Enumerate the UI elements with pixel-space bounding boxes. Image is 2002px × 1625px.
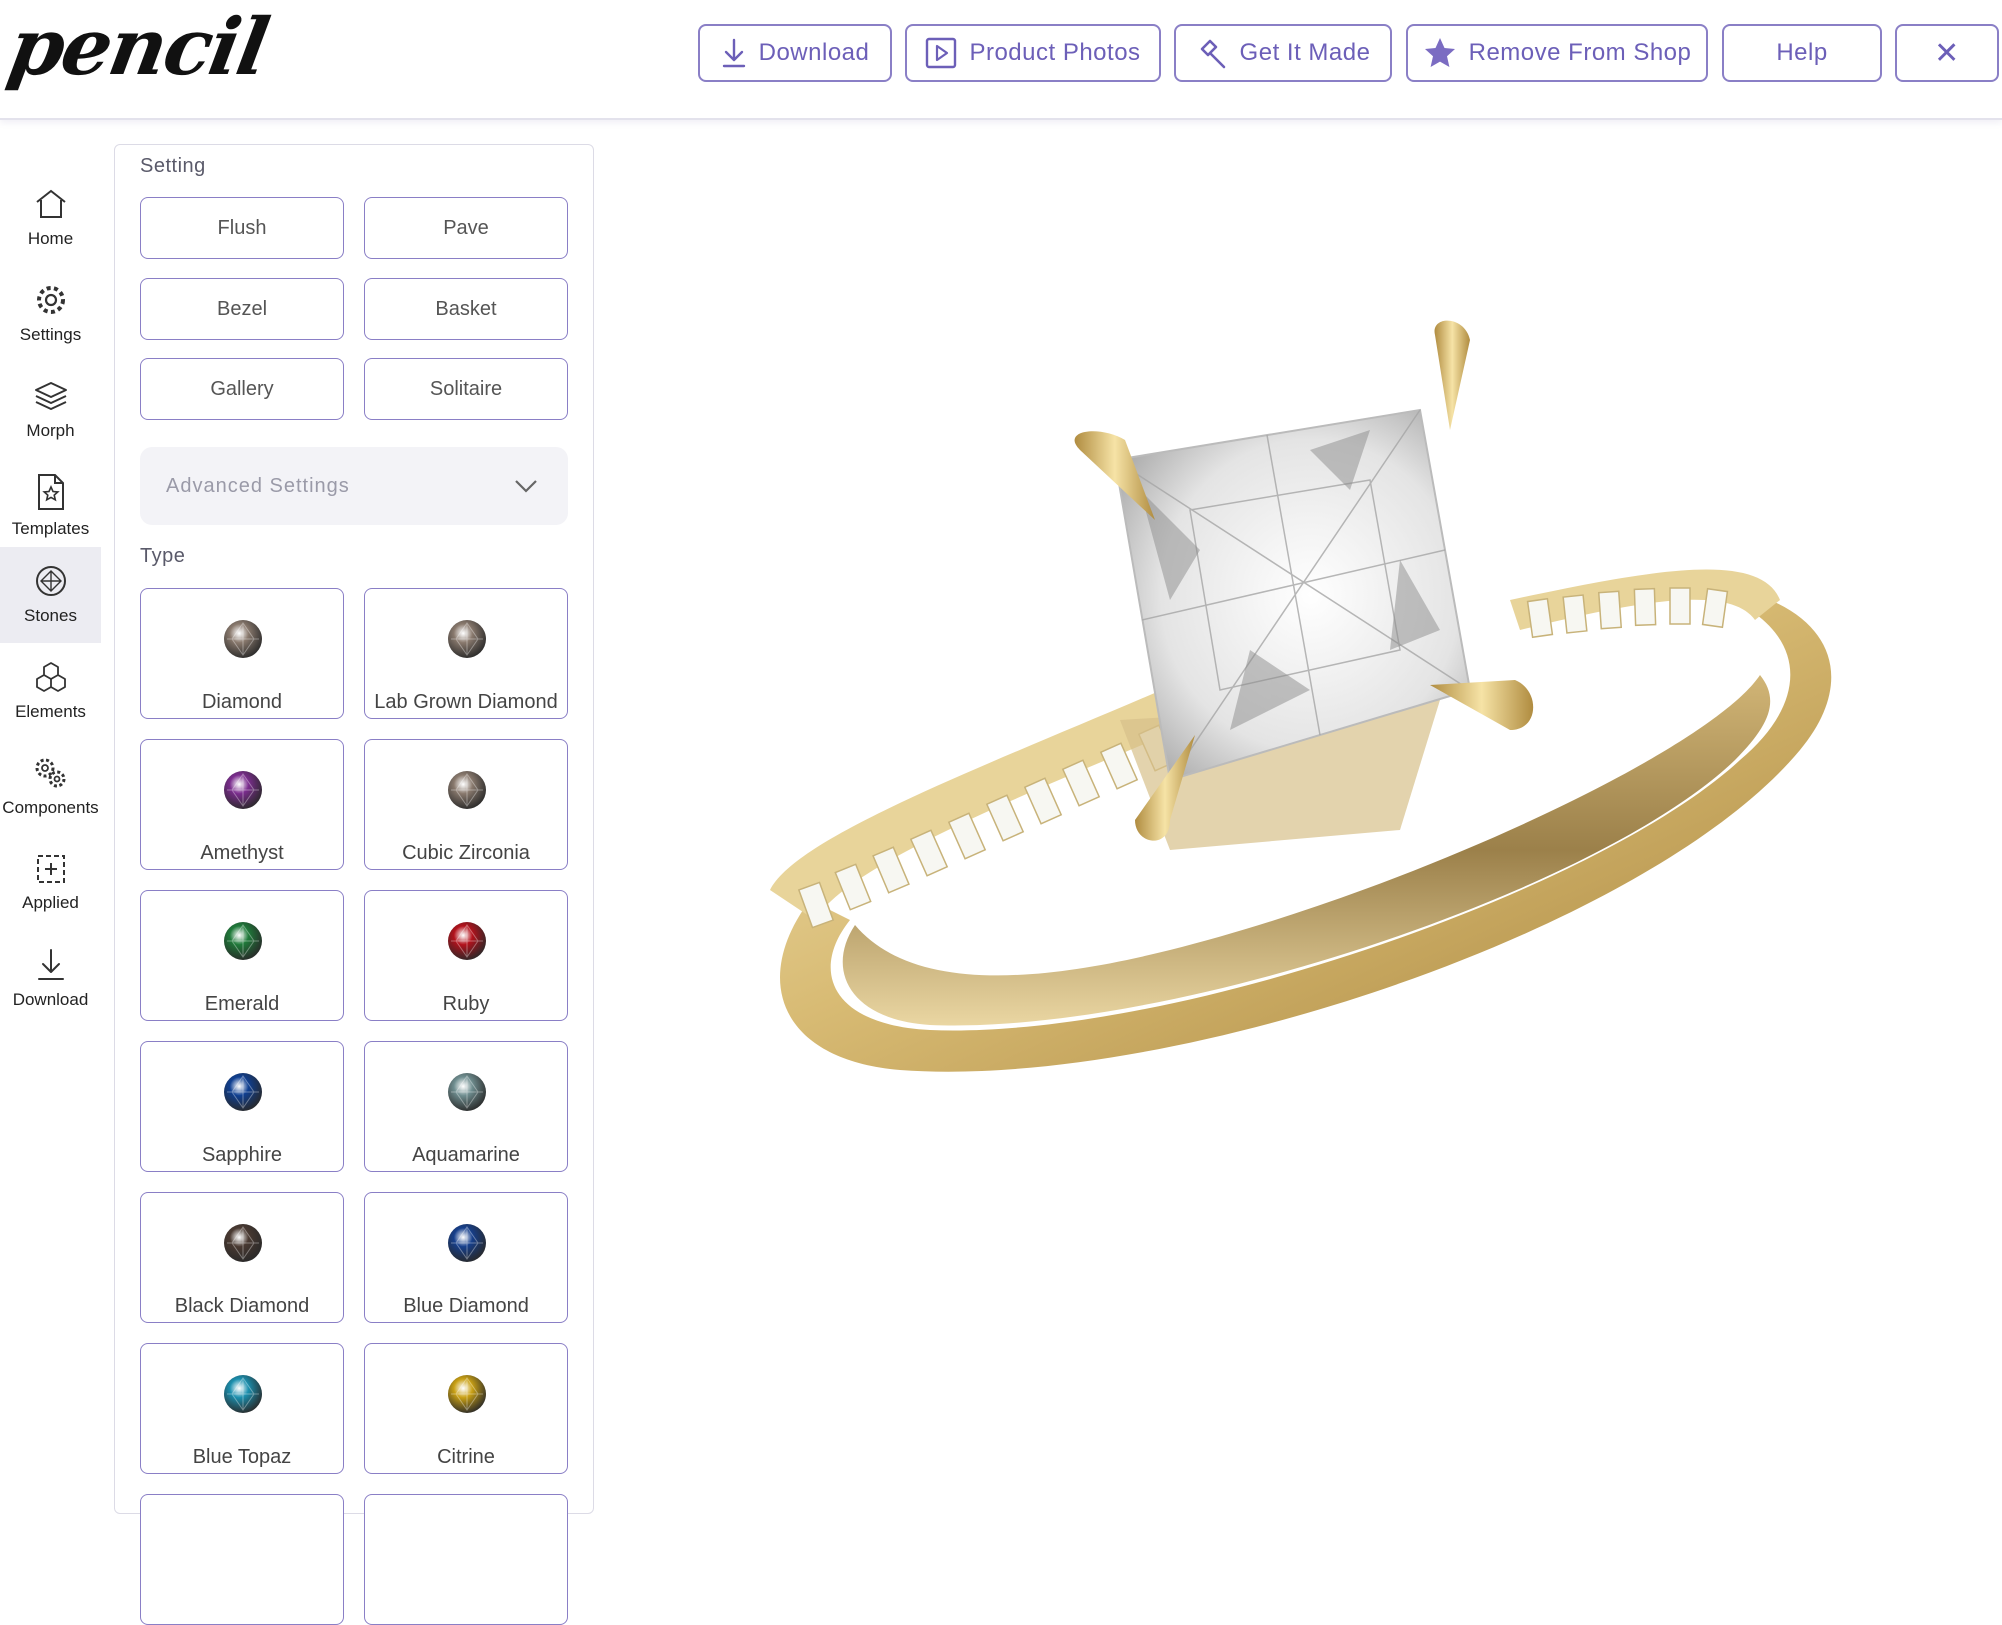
play-square-icon [926,37,957,69]
download-icon [37,949,64,980]
stone-card-label: Amethyst [200,842,284,864]
download-button[interactable]: Download [698,24,892,82]
top-bar: pencil Download Product Photos Get It Ma… [0,0,2002,120]
sidebar-item-label: Download [12,990,89,1009]
stone-card-label: Emerald [204,993,280,1015]
stone-card-diamond[interactable]: Diamond [140,588,344,719]
sidebar-item-label: Elements [15,702,86,721]
gem-swatch-icon [224,922,262,960]
gem-swatch-icon [448,1224,486,1262]
sidebar-item-label: Stones [24,606,77,625]
setting-button-solitaire[interactable]: Solitaire [364,358,568,420]
sidebar-item-download[interactable]: Download [0,931,101,1027]
gem-swatch-icon [448,1073,486,1111]
gem-swatch-icon [224,1073,262,1111]
gem-swatch-icon [448,922,486,960]
advanced-settings-label: Advanced Settings [166,474,350,497]
layers-icon [34,382,67,410]
remove-from-shop-button-label: Remove From Shop [1468,39,1692,66]
hammer-icon [1200,39,1225,69]
stone-card-label: Diamond [201,691,283,713]
sidebar-item-home[interactable]: Home [0,170,101,266]
stone-card-citrine[interactable]: Citrine [364,1343,568,1474]
product-photos-button-label: Product Photos [969,39,1141,66]
gem-icon [35,566,66,596]
advanced-settings-toggle[interactable]: Advanced Settings [140,447,568,525]
close-button[interactable]: ✕ [1895,24,1999,82]
setting-button-flush[interactable]: Flush [140,197,344,259]
download-button-label: Download [758,39,870,66]
download-icon [722,38,745,68]
stone-card-partial[interactable] [140,1494,344,1625]
stone-card-emerald[interactable]: Emerald [140,890,344,1021]
setting-button-bezel[interactable]: Bezel [140,278,344,340]
setting-button-pave[interactable]: Pave [364,197,568,259]
close-icon: ✕ [1934,36,1960,70]
sidebar-item-label: Applied [22,893,79,912]
sidebar-item-label: Morph [26,421,75,440]
gem-swatch-icon [448,620,486,658]
gem-swatch-icon [224,620,262,658]
stones-panel: Setting Flush Pave Bezel Basket Gallery … [114,144,594,1625]
stone-card-label: Ruby [442,993,490,1015]
sidebar-item-stones[interactable]: Stones [0,547,101,643]
cubes-icon [35,662,66,692]
ring-viewer[interactable] [610,130,2002,1502]
gear-icon [36,286,65,314]
setting-button-gallery[interactable]: Gallery [140,358,344,420]
stone-card-label: Citrine [437,1446,495,1468]
gem-swatch-icon [224,1224,262,1262]
stone-card-label: Lab Grown Diamond [374,691,558,713]
sidebar-item-label: Templates [11,519,90,538]
get-it-made-button[interactable]: Get It Made [1174,24,1392,82]
sidebar-item-label: Components [2,798,99,817]
sidebar-item-morph[interactable]: Morph [0,362,101,458]
remove-from-shop-button[interactable]: Remove From Shop [1406,24,1708,82]
sidebar-item-applied[interactable]: Applied [0,835,101,931]
ring-render [770,320,1832,1072]
home-icon [35,189,66,218]
gem-swatch-icon [224,771,262,809]
stone-card-ruby[interactable]: Ruby [364,890,568,1021]
stone-card-label: Cubic Zirconia [402,842,530,864]
get-it-made-button-label: Get It Made [1239,39,1371,66]
help-button[interactable]: Help [1722,24,1882,82]
applied-icon [36,855,65,883]
logo[interactable]: pencil [2,2,274,93]
gem-swatch-icon [448,771,486,809]
setting-section-title: Setting [140,155,206,177]
sidebar-item-label: Home [27,229,74,248]
stone-card-aquamarine[interactable]: Aquamarine [364,1041,568,1172]
stone-card-blue-topaz[interactable]: Blue Topaz [140,1343,344,1474]
sidebar-item-components[interactable]: Components [0,739,101,835]
sidebar-item-templates[interactable]: Templates [0,458,101,554]
star-icon [1424,38,1455,67]
sidebar-item-settings[interactable]: Settings [0,266,101,362]
sidebar-item-elements[interactable]: Elements [0,643,101,739]
stone-card-black-diamond[interactable]: Black Diamond [140,1192,344,1323]
template-icon [37,474,64,510]
stone-card-label: Blue Diamond [403,1295,529,1317]
gem-swatch-icon [448,1375,486,1413]
stone-card-sapphire[interactable]: Sapphire [140,1041,344,1172]
sidebar-item-label: Settings [19,325,82,344]
chevron-down-icon [515,480,537,493]
stone-card-amethyst[interactable]: Amethyst [140,739,344,870]
stone-card-label: Sapphire [201,1144,283,1166]
help-button-label: Help [1776,39,1828,66]
stone-card-label: Aquamarine [412,1144,520,1166]
stone-card-label: Blue Topaz [192,1446,292,1468]
stone-card-label: Black Diamond [174,1295,310,1317]
gem-swatch-icon [224,1375,262,1413]
setting-button-basket[interactable]: Basket [364,278,568,340]
product-photos-button[interactable]: Product Photos [905,24,1161,82]
gears-icon [35,758,65,788]
stone-card-lab-grown-diamond[interactable]: Lab Grown Diamond [364,588,568,719]
stone-card-cubic-zirconia[interactable]: Cubic Zirconia [364,739,568,870]
type-section-title: Type [140,545,186,567]
stone-card-blue-diamond[interactable]: Blue Diamond [364,1192,568,1323]
stone-card-partial[interactable] [364,1494,568,1625]
